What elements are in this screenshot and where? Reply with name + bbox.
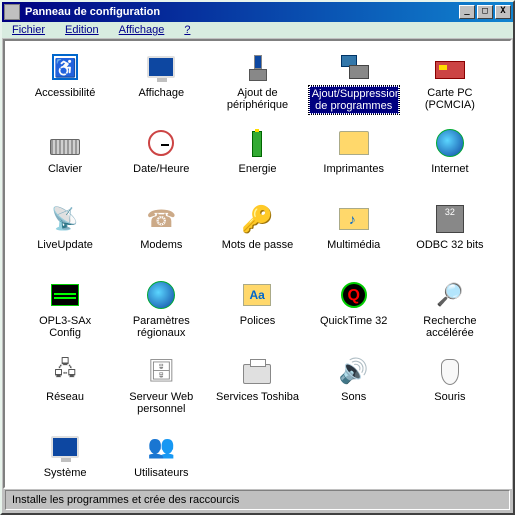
- opl3-icon: [49, 279, 81, 311]
- client-area: ♿ Accessibilité Affichage Ajout de périphér…: [3, 39, 512, 489]
- menubar: Fichier Edition Affichage ?: [2, 22, 513, 38]
- cpl-item-label: Internet: [429, 162, 470, 176]
- cpl-item-opl3[interactable]: OPL3-SAx Config: [17, 277, 113, 353]
- close-button[interactable]: X: [495, 5, 511, 19]
- cpl-item-label: Multimédia: [325, 238, 382, 252]
- network-icon: 🖧: [49, 355, 81, 387]
- power-icon: [241, 127, 273, 159]
- liveupdate-icon: 📡: [49, 203, 81, 235]
- cpl-item-keyboard[interactable]: Clavier: [17, 125, 113, 201]
- cpl-item-passwords[interactable]: 🔑 Mots de passe: [209, 201, 305, 277]
- icon-grid: ♿ Accessibilité Affichage Ajout de périphér…: [17, 49, 498, 489]
- cpl-item-label: Ajout/Suppression de programmes: [309, 86, 399, 114]
- system-icon: [49, 431, 81, 463]
- cpl-item-label: Réseau: [44, 390, 86, 404]
- add-remove-programs-icon: [338, 51, 370, 83]
- cpl-item-label: Polices: [238, 314, 277, 328]
- cpl-item-label: Modems: [138, 238, 184, 252]
- cpl-item-label: Utilisateurs: [132, 466, 190, 480]
- cpl-item-power[interactable]: Energie: [209, 125, 305, 201]
- cpl-item-findfast[interactable]: 🔎 Recherche accélérée: [402, 277, 498, 353]
- cpl-item-label: Accessibilité: [33, 86, 98, 100]
- cpl-item-label: Paramètres régionaux: [116, 314, 206, 340]
- control-panel-window: Panneau de configuration _ □ X Fichier E…: [0, 0, 515, 515]
- menu-view[interactable]: Affichage: [119, 24, 165, 36]
- cpl-item-pws[interactable]: 🗄 Serveur Web personnel: [113, 353, 209, 429]
- cpl-item-display[interactable]: Affichage: [113, 49, 209, 125]
- sounds-icon: 🔊: [338, 355, 370, 387]
- cpl-item-label: Date/Heure: [131, 162, 191, 176]
- status-bar: Installe les programmes et crée des racc…: [5, 490, 510, 510]
- cpl-item-pcmcia[interactable]: Carte PC (PCMCIA): [402, 49, 498, 125]
- menu-file[interactable]: Fichier: [12, 24, 45, 36]
- window-buttons: _ □ X: [457, 5, 511, 19]
- status-text: Installe les programmes et crée des racc…: [12, 494, 239, 506]
- cpl-item-fonts[interactable]: Polices: [209, 277, 305, 353]
- pcmcia-icon: [434, 51, 466, 83]
- cpl-item-system[interactable]: Système: [17, 429, 113, 489]
- cpl-item-label: Recherche accélérée: [405, 314, 495, 340]
- odbc-icon: 32: [434, 203, 466, 235]
- cpl-item-label: Ajout de périphérique: [212, 86, 302, 112]
- cpl-item-label: Carte PC (PCMCIA): [405, 86, 495, 112]
- users-icon: 👥: [145, 431, 177, 463]
- cpl-item-modems[interactable]: ☎ Modems: [113, 201, 209, 277]
- cpl-item-network[interactable]: 🖧 Réseau: [17, 353, 113, 429]
- add-hardware-icon: [241, 51, 273, 83]
- cpl-item-label: Serveur Web personnel: [116, 390, 206, 416]
- maximize-button[interactable]: □: [477, 5, 493, 19]
- quicktime-icon: Q: [338, 279, 370, 311]
- fonts-icon: [241, 279, 273, 311]
- cpl-item-multimedia[interactable]: Multimédia: [306, 201, 402, 277]
- mouse-icon: [434, 355, 466, 387]
- cpl-item-label: Mots de passe: [220, 238, 296, 252]
- toshiba-icon: [241, 355, 273, 387]
- passwords-icon: 🔑: [241, 203, 273, 235]
- cpl-item-label: OPL3-SAx Config: [20, 314, 110, 340]
- cpl-item-sounds[interactable]: 🔊 Sons: [306, 353, 402, 429]
- cpl-item-label: Services Toshiba: [214, 390, 301, 404]
- cpl-item-label: Système: [42, 466, 89, 480]
- cpl-item-regional[interactable]: Paramètres régionaux: [113, 277, 209, 353]
- accessibility-icon: ♿: [49, 51, 81, 83]
- cpl-item-accessibility[interactable]: ♿ Accessibilité: [17, 49, 113, 125]
- cpl-item-liveupdate[interactable]: 📡 LiveUpdate: [17, 201, 113, 277]
- cpl-item-label: Clavier: [46, 162, 84, 176]
- cpl-item-internet[interactable]: Internet: [402, 125, 498, 201]
- multimedia-icon: [338, 203, 370, 235]
- cpl-item-odbc[interactable]: 32 ODBC 32 bits: [402, 201, 498, 277]
- cpl-item-add-hardware[interactable]: Ajout de périphérique: [209, 49, 305, 125]
- regional-icon: [145, 279, 177, 311]
- date-time-icon: [145, 127, 177, 159]
- cpl-item-label: Energie: [237, 162, 279, 176]
- cpl-item-label: Affichage: [136, 86, 186, 100]
- cpl-item-toshiba[interactable]: Services Toshiba: [209, 353, 305, 429]
- cpl-item-label: QuickTime 32: [318, 314, 389, 328]
- findfast-icon: 🔎: [434, 279, 466, 311]
- cpl-item-add-remove-programs[interactable]: Ajout/Suppression de programmes: [306, 49, 402, 125]
- cpl-item-users[interactable]: 👥 Utilisateurs: [113, 429, 209, 489]
- minimize-button[interactable]: _: [459, 5, 475, 19]
- cpl-item-label: Souris: [432, 390, 467, 404]
- cpl-item-quicktime[interactable]: Q QuickTime 32: [306, 277, 402, 353]
- cpl-item-label: LiveUpdate: [35, 238, 95, 252]
- window-icon: [4, 4, 20, 20]
- cpl-item-mouse[interactable]: Souris: [402, 353, 498, 429]
- printers-icon: [338, 127, 370, 159]
- cpl-item-label: Sons: [339, 390, 368, 404]
- modems-icon: ☎: [145, 203, 177, 235]
- cpl-item-printers[interactable]: Imprimantes: [306, 125, 402, 201]
- keyboard-icon: [49, 127, 81, 159]
- menu-edit[interactable]: Edition: [65, 24, 99, 36]
- menu-help[interactable]: ?: [184, 24, 190, 36]
- cpl-item-date-time[interactable]: Date/Heure: [113, 125, 209, 201]
- window-title: Panneau de configuration: [23, 6, 457, 18]
- internet-icon: [434, 127, 466, 159]
- pws-icon: 🗄: [145, 355, 177, 387]
- titlebar[interactable]: Panneau de configuration _ □ X: [2, 2, 513, 22]
- cpl-item-label: Imprimantes: [321, 162, 386, 176]
- display-icon: [145, 51, 177, 83]
- cpl-item-label: ODBC 32 bits: [414, 238, 485, 252]
